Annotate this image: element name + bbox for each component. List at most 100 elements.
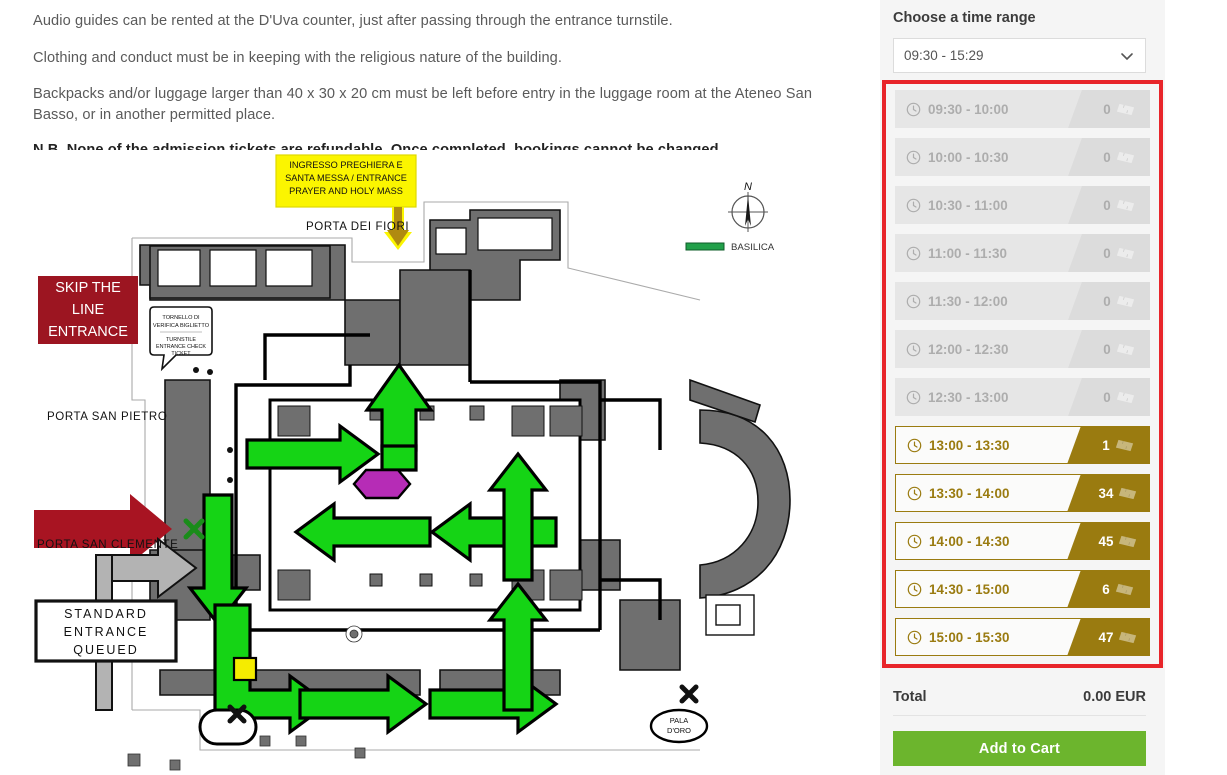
time-slot-count: 0 bbox=[1103, 245, 1111, 261]
time-slot-row[interactable]: 13:30 - 14:00 34 bbox=[895, 474, 1150, 512]
time-slot-availability: 0 bbox=[1088, 234, 1150, 272]
skip-line-text-3: ENTRANCE bbox=[48, 324, 128, 340]
time-slot-label: 12:00 - 12:30 bbox=[928, 341, 1009, 357]
clock-icon bbox=[907, 438, 922, 452]
skip-line-text-1: SKIP THE bbox=[55, 280, 121, 296]
time-slot-availability: 0 bbox=[1088, 186, 1150, 224]
time-slot-availability: 0 bbox=[1088, 138, 1150, 176]
ticket-icon bbox=[1115, 439, 1133, 451]
time-slot-row[interactable]: 14:30 - 15:00 6 bbox=[895, 570, 1150, 608]
prayer-entrance-line-1: INGRESSO PREGHIERA E bbox=[289, 160, 402, 170]
time-slot-row: 12:30 - 13:00 0 bbox=[895, 378, 1150, 416]
time-slot-left: 11:00 - 11:30 bbox=[895, 234, 1088, 272]
time-slot-left: 13:00 - 13:30 bbox=[896, 427, 1087, 463]
time-slot-label: 13:30 - 14:00 bbox=[929, 485, 1010, 501]
clock-icon bbox=[906, 294, 921, 308]
time-slot-list: 09:30 - 10:00 0 10:00 - 10:30 0 10:30 - 11:0… bbox=[882, 80, 1163, 668]
clock-icon bbox=[906, 150, 921, 164]
time-slot-row[interactable]: 15:00 - 15:30 47 bbox=[895, 618, 1150, 656]
time-slot-left: 13:30 - 14:00 bbox=[896, 475, 1087, 511]
total-label: Total bbox=[893, 688, 927, 705]
time-slot-label: 11:30 - 12:00 bbox=[928, 293, 1008, 309]
ticket-icon bbox=[1115, 583, 1133, 595]
time-range-select-value: 09:30 - 15:29 bbox=[904, 48, 984, 63]
time-slot-count: 34 bbox=[1098, 485, 1114, 501]
time-slot-count: 0 bbox=[1103, 101, 1111, 117]
time-slot-row: 09:30 - 10:00 0 bbox=[895, 90, 1150, 128]
time-slot-left: 11:30 - 12:00 bbox=[895, 282, 1088, 320]
time-slot-left: 14:00 - 14:30 bbox=[896, 523, 1087, 559]
total-row: Total 0.00 EUR bbox=[893, 678, 1146, 716]
ticket-icon bbox=[1116, 295, 1134, 307]
time-slot-left: 12:00 - 12:30 bbox=[895, 330, 1088, 368]
turnstile-line-2: VERIFICA BIGLIETTO bbox=[153, 323, 210, 329]
clock-icon bbox=[906, 102, 921, 116]
time-slot-count: 0 bbox=[1103, 341, 1111, 357]
clock-icon bbox=[906, 390, 921, 404]
info-paragraph-clothing: Clothing and conduct must be in keeping … bbox=[33, 49, 563, 66]
time-slot-row: 10:00 - 10:30 0 bbox=[895, 138, 1150, 176]
time-slot-label: 14:30 - 15:00 bbox=[929, 581, 1010, 597]
standard-entrance-sign: STANDARD ENTRANCE QUEUED bbox=[34, 599, 178, 663]
time-slot-label: 11:00 - 11:30 bbox=[928, 245, 1007, 261]
time-slot-availability: 0 bbox=[1088, 378, 1150, 416]
clock-icon bbox=[907, 486, 922, 500]
turnstile-line-1: TORNELLO DI bbox=[162, 315, 200, 321]
time-slot-left: 15:00 - 15:30 bbox=[896, 619, 1087, 655]
clock-icon bbox=[907, 630, 922, 644]
time-slot-row: 12:00 - 12:30 0 bbox=[895, 330, 1150, 368]
booking-sidebar: Choose a time range 09:30 - 15:29 09:30 … bbox=[880, 0, 1165, 775]
time-slot-left: 10:30 - 11:00 bbox=[895, 186, 1088, 224]
time-slot-availability: 0 bbox=[1088, 90, 1150, 128]
time-slot-label: 10:00 - 10:30 bbox=[928, 149, 1009, 165]
page-root: Audio guides can be rented at the D'Uva … bbox=[0, 0, 1227, 775]
time-range-select[interactable]: 09:30 - 15:29 bbox=[893, 38, 1146, 73]
standard-entrance-line-2: ENTRANCE bbox=[64, 625, 149, 639]
compass-north-label: N bbox=[744, 181, 752, 193]
time-slot-left: 14:30 - 15:00 bbox=[896, 571, 1087, 607]
chevron-down-icon bbox=[1121, 52, 1133, 60]
time-slot-availability: 45 bbox=[1087, 523, 1149, 559]
map-pala-doro-marker: PALA D'ORO bbox=[649, 708, 709, 744]
time-slot-label: 09:30 - 10:00 bbox=[928, 101, 1009, 117]
time-slot-left: 09:30 - 10:00 bbox=[895, 90, 1088, 128]
time-slot-count: 0 bbox=[1103, 293, 1111, 309]
time-slot-availability: 6 bbox=[1087, 571, 1149, 607]
clock-icon bbox=[906, 342, 921, 356]
turnstile-line-4: ENTRANCE CHECK bbox=[156, 344, 206, 350]
prayer-entrance-line-3: PRAYER AND HOLY MASS bbox=[289, 186, 403, 196]
time-slot-count: 0 bbox=[1103, 149, 1111, 165]
turnstile-line-3: TURNSTILE bbox=[166, 337, 196, 343]
main-content: Audio guides can be rented at the D'Uva … bbox=[0, 0, 880, 775]
turnstile-line-5: TICKET bbox=[171, 351, 191, 357]
skip-line-text-2: LINE bbox=[72, 302, 105, 318]
map-apse-detail bbox=[705, 594, 755, 636]
ticket-icon bbox=[1119, 487, 1137, 499]
choose-time-range-label: Choose a time range bbox=[893, 10, 1036, 26]
time-slot-row: 10:30 - 11:00 0 bbox=[895, 186, 1150, 224]
time-slot-count: 0 bbox=[1103, 389, 1111, 405]
label-porta-san-pietro: PORTA SAN PIETRO bbox=[47, 411, 167, 423]
ticket-icon bbox=[1116, 247, 1134, 259]
time-slot-availability: 34 bbox=[1087, 475, 1149, 511]
prayer-entrance-line-2: SANTA MESSA / ENTRANCE bbox=[285, 173, 407, 183]
time-slot-row[interactable]: 13:00 - 13:30 1 bbox=[895, 426, 1150, 464]
ticket-icon bbox=[1116, 391, 1134, 403]
time-slot-count: 0 bbox=[1103, 197, 1111, 213]
ticket-icon bbox=[1116, 103, 1134, 115]
clock-icon bbox=[906, 198, 921, 212]
time-slot-availability: 0 bbox=[1088, 330, 1150, 368]
skip-the-line-entrance-label: SKIP THE LINE ENTRANCE bbox=[38, 276, 138, 344]
clock-icon bbox=[907, 534, 922, 548]
time-slot-row[interactable]: 14:00 - 14:30 45 bbox=[895, 522, 1150, 560]
add-to-cart-button[interactable]: Add to Cart bbox=[893, 731, 1146, 766]
info-paragraph-luggage: Backpacks and/or luggage larger than 40 … bbox=[33, 85, 813, 123]
clock-icon bbox=[907, 582, 922, 596]
time-slot-left: 10:00 - 10:30 bbox=[895, 138, 1088, 176]
standard-entrance-line-1: STANDARD bbox=[64, 607, 148, 621]
ticket-icon bbox=[1116, 151, 1134, 163]
time-slot-label: 15:00 - 15:30 bbox=[929, 629, 1010, 645]
time-slot-row: 11:30 - 12:00 0 bbox=[895, 282, 1150, 320]
time-slot-label: 14:00 - 14:30 bbox=[929, 533, 1010, 549]
time-slot-count: 47 bbox=[1098, 629, 1114, 645]
